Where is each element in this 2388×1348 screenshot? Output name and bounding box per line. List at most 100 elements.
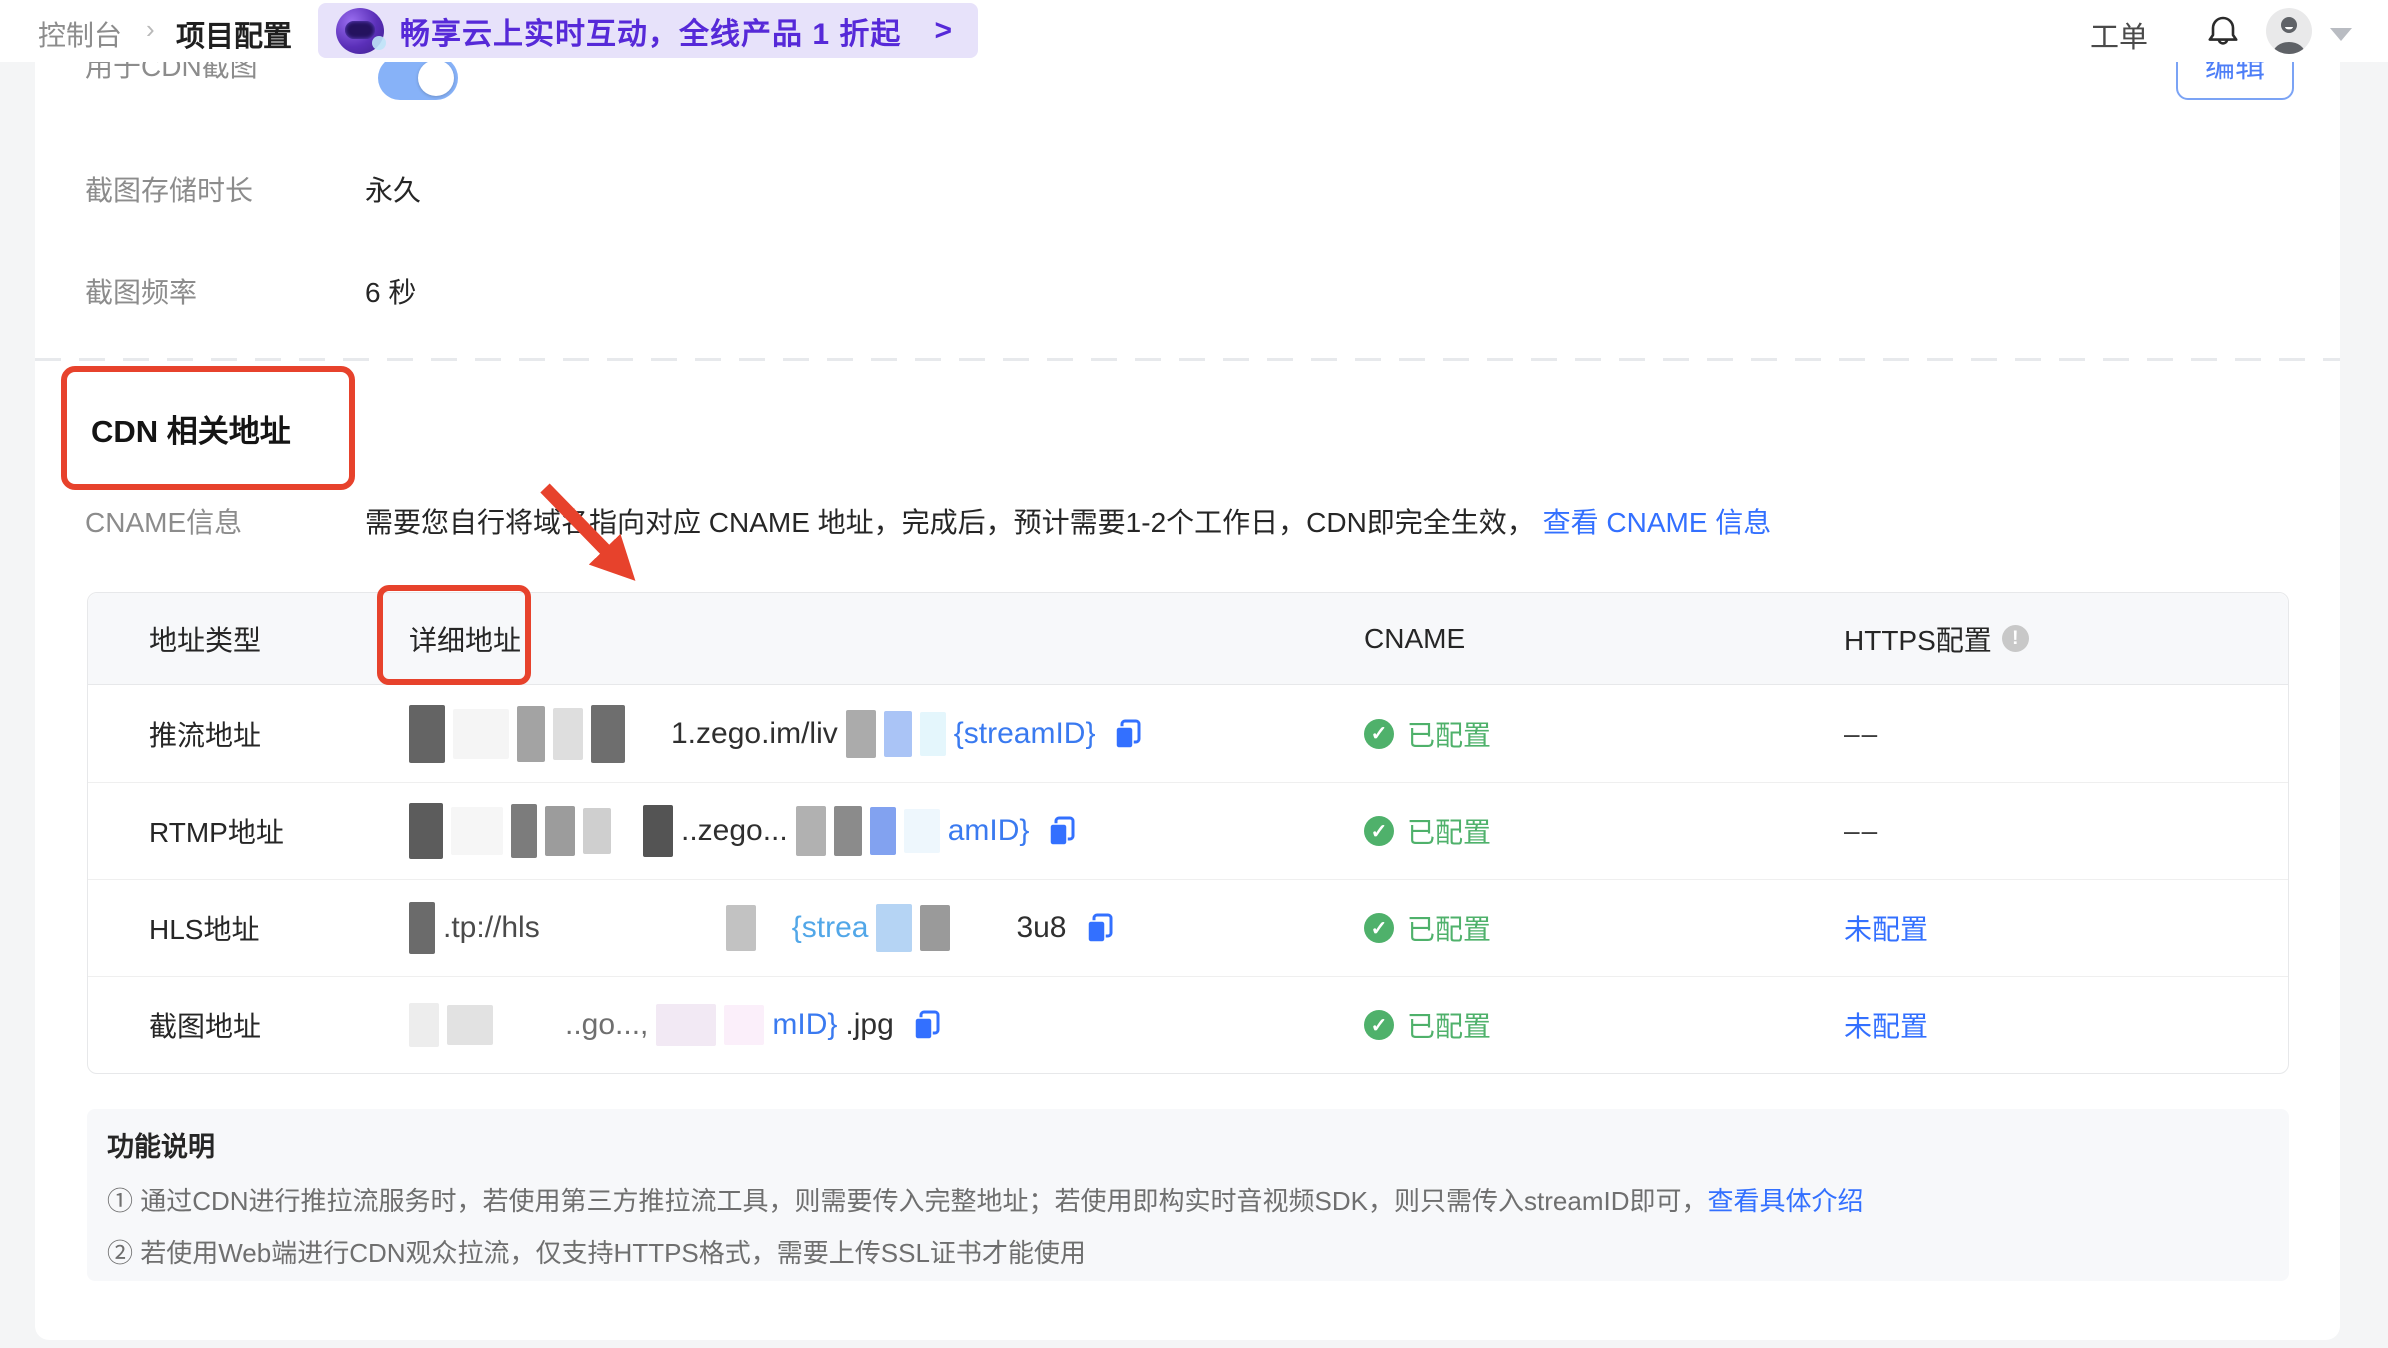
- mascot-icon: [336, 7, 386, 54]
- cdn-snapshot-toggle[interactable]: [378, 56, 458, 100]
- check-circle-icon: ✓: [1364, 718, 1394, 749]
- https-configure-link[interactable]: 未配置: [1844, 1005, 1928, 1045]
- address-fragment: 1.zego.im/liv: [671, 716, 838, 750]
- dashed-divider: [35, 358, 2340, 361]
- col-header-cname: CNAME: [1364, 622, 1466, 654]
- redacted-block: [553, 707, 583, 760]
- redacted-block: [591, 704, 625, 763]
- address-detail-cell: 1.zego.im/liv {streamID}: [348, 704, 1303, 763]
- redacted-block: [919, 711, 946, 756]
- table-row: 截图地址 ..go..., mID} .jpg ✓ 已配置 未配置: [88, 976, 2288, 1073]
- breadcrumb-current: 项目配置: [176, 21, 293, 53]
- copy-icon[interactable]: [1085, 912, 1115, 944]
- https-config-cell: ––: [1783, 815, 2288, 847]
- redacted-block: [545, 806, 575, 856]
- annotation-box-cdn-title: CDN 相关地址: [61, 366, 355, 490]
- cname-info-label: CNAME信息: [85, 507, 243, 538]
- snapshot-frequency-value: 6 秒: [365, 277, 417, 308]
- cname-status-cell: ✓ 已配置: [1303, 811, 1783, 851]
- address-fragment: {streamID}: [953, 716, 1096, 750]
- cname-status-cell: ✓ 已配置: [1303, 908, 1783, 948]
- address-fragment: amID}: [947, 814, 1030, 847]
- cname-status-text: 已配置: [1407, 817, 1492, 848]
- redacted-block: [409, 1003, 439, 1047]
- annotation-box-detail-header: [377, 585, 531, 685]
- redacted-block: [845, 709, 876, 758]
- redacted-block: [517, 705, 545, 762]
- caret-down-icon[interactable]: [2330, 28, 2352, 41]
- note-line: ① 通过CDN进行推拉流服务时，若使用第三方推拉流工具，则需要传入完整地址；若使…: [107, 1181, 1864, 1218]
- address-detail-cell: ..zego... amID}: [348, 803, 1303, 859]
- address-fragment: ..zego...: [681, 814, 788, 847]
- table-body: 推流地址 1.zego.im/liv {streamID} ✓ 已配置 –– RTMP地址.…: [88, 685, 2288, 1073]
- ticket-link[interactable]: 工单: [2090, 14, 2148, 56]
- redacted-block: [795, 806, 826, 856]
- redacted-block: [511, 804, 537, 858]
- address-fragment: .tp://hls: [443, 911, 540, 944]
- https-config-cell: 未配置: [1783, 908, 2288, 948]
- address-fragment: .jpg: [845, 1008, 894, 1041]
- address-type-cell: 截图地址: [149, 1011, 262, 1042]
- copy-icon[interactable]: [1047, 815, 1077, 847]
- address-detail-cell: .tp://hls {strea 3u8: [348, 902, 1303, 954]
- https-configure-link[interactable]: 未配置: [1844, 908, 1928, 948]
- cname-status-cell: ✓ 已配置: [1303, 1005, 1783, 1045]
- col-header-https-label: HTTPS配置: [1844, 624, 1992, 656]
- https-status-text: ––: [1844, 717, 1880, 749]
- notification-bell-icon[interactable]: [2205, 13, 2241, 49]
- breadcrumb-separator-icon: ›: [146, 14, 155, 44]
- cname-status-text: 已配置: [1407, 1011, 1492, 1042]
- cname-status-cell: ✓ 已配置: [1303, 714, 1783, 754]
- redacted-block: [447, 1005, 493, 1045]
- redacted-block: [451, 807, 503, 855]
- address-type-cell: HLS地址: [149, 914, 260, 945]
- snapshot-storage-value: 永久: [365, 175, 422, 206]
- redacted-block: [883, 710, 912, 757]
- redacted-block: [409, 902, 435, 954]
- view-cname-link[interactable]: 查看 CNAME 信息: [1543, 507, 1772, 538]
- copy-icon[interactable]: [912, 1009, 942, 1041]
- table-row: HLS地址 .tp://hls {strea 3u8 ✓ 已配置 未配置: [88, 879, 2288, 976]
- promo-banner[interactable]: 畅享云上实时互动，全线产品 1 折起 >: [318, 3, 978, 58]
- cname-status-text: 已配置: [1407, 914, 1492, 945]
- avatar[interactable]: [2266, 8, 2312, 54]
- redacted-block: [583, 808, 611, 854]
- address-type-cell: RTMP地址: [149, 817, 284, 848]
- redacted-block: [656, 1004, 717, 1046]
- address-fragment: 3u8: [1016, 911, 1067, 944]
- note-detail-link[interactable]: 查看具体介绍: [1707, 1186, 1863, 1216]
- section-title: CDN 相关地址: [91, 413, 291, 449]
- col-header-address-type: 地址类型: [149, 624, 262, 656]
- note-line: ② 若使用Web端进行CDN观众拉流，仅支持HTTPS格式，需要上传SSL证书才…: [107, 1233, 1086, 1270]
- cname-description: 需要您自行将域名指向对应 CNAME 地址，完成后，预计需要1-2个工作日，CD…: [365, 506, 1771, 540]
- redacted-block: [724, 1005, 765, 1045]
- redacted-block: [833, 806, 862, 856]
- https-status-text: ––: [1844, 815, 1880, 846]
- check-circle-icon: ✓: [1364, 816, 1394, 846]
- note-text: ② 若使用Web端进行CDN观众拉流，仅支持HTTPS格式，需要上传SSL证书才…: [107, 1238, 1086, 1268]
- address-fragment: {strea: [791, 911, 869, 944]
- redacted-block: [725, 905, 756, 951]
- address-fragment: mID}: [772, 1008, 838, 1041]
- address-fragment: ..go...,: [565, 1008, 649, 1041]
- address-detail-cell: ..go..., mID} .jpg: [348, 1003, 1303, 1047]
- notes-title: 功能说明: [107, 1132, 215, 1162]
- check-circle-icon: ✓: [1364, 913, 1394, 943]
- copy-icon[interactable]: [1113, 718, 1143, 750]
- redacted-block: [453, 708, 509, 759]
- info-icon[interactable]: !: [2001, 625, 2029, 652]
- snapshot-frequency-label: 截图频率: [85, 277, 198, 308]
- snapshot-storage-label: 截图存储时长: [85, 175, 254, 206]
- cdn-address-table: 地址类型 详细地址 CNAME HTTPS配置 ! 推流地址 1.zego.im/…: [87, 585, 2289, 1074]
- cname-status-text: 已配置: [1407, 719, 1492, 751]
- redacted-block: [876, 904, 913, 952]
- redacted-block: [409, 704, 445, 763]
- breadcrumb-root[interactable]: 控制台: [38, 14, 122, 54]
- address-type-cell: 推流地址: [149, 719, 262, 751]
- redacted-block: [869, 807, 896, 855]
- check-circle-icon: ✓: [1364, 1010, 1394, 1040]
- https-config-cell: ––: [1783, 718, 2288, 750]
- top-bar: 控制台 › 项目配置 畅享云上实时互动，全线产品 1 折起 > 工单: [0, 0, 2388, 62]
- redacted-block: [920, 905, 951, 951]
- redacted-block: [643, 805, 673, 857]
